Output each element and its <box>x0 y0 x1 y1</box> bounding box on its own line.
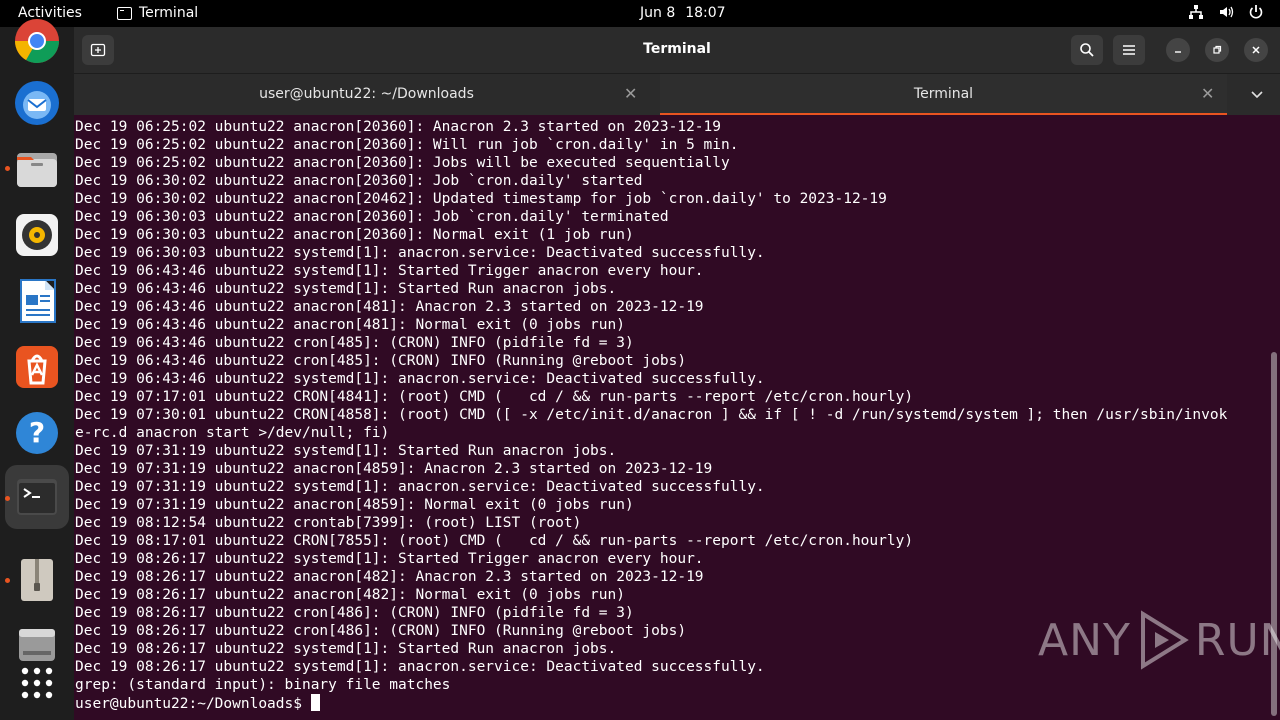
terminal-line: Dec 19 07:31:19 ubuntu22 systemd[1]: ana… <box>75 479 765 495</box>
terminal-line: Dec 19 07:17:01 ubuntu22 CRON[4841]: (ro… <box>75 389 914 405</box>
running-indicator <box>5 496 10 501</box>
terminal-line: Dec 19 06:30:03 ubuntu22 anacron[20360]:… <box>75 227 634 243</box>
rhythmbox-icon[interactable] <box>13 211 61 259</box>
watermark-text-left: ANY <box>1038 614 1131 666</box>
maximize-button[interactable] <box>1205 38 1229 62</box>
clock-time: 18:07 <box>685 5 726 21</box>
help-icon[interactable]: ? <box>13 409 61 457</box>
terminal-line: Dec 19 08:17:01 ubuntu22 CRON[7855]: (ro… <box>75 533 914 549</box>
terminal-line: Dec 19 07:31:19 ubuntu22 anacron[4859]: … <box>75 497 634 513</box>
terminal-line: Dec 19 07:31:19 ubuntu22 anacron[4859]: … <box>75 461 713 477</box>
thunderbird-icon[interactable] <box>13 79 61 127</box>
text-cursor <box>310 694 320 711</box>
prompt-text: user@ubuntu22:~/Downloads$ <box>75 696 311 712</box>
terminal-line: Dec 19 06:43:46 ubuntu22 anacron[481]: A… <box>75 299 704 315</box>
running-indicator <box>5 578 10 583</box>
terminal-line: Dec 19 07:31:19 ubuntu22 systemd[1]: Sta… <box>75 443 617 459</box>
files-icon[interactable] <box>13 145 61 193</box>
terminal-line: Dec 19 06:43:46 ubuntu22 cron[485]: (CRO… <box>75 353 687 369</box>
search-button[interactable] <box>1071 35 1103 65</box>
watermark-text-right: RUN <box>1194 614 1280 666</box>
tab-close-icon[interactable]: ✕ <box>1201 84 1214 103</box>
minimize-icon <box>1175 51 1181 53</box>
restore-icon <box>1213 45 1222 54</box>
tab-overflow-button[interactable] <box>1250 86 1264 105</box>
tab-bar: user@ubuntu22: ~/Downloads ✕ Terminal ✕ <box>74 73 1280 116</box>
power-icon <box>1248 4 1264 20</box>
terminal-line: Dec 19 06:25:02 ubuntu22 anacron[20360]:… <box>75 137 739 153</box>
minimize-button[interactable] <box>1166 38 1190 62</box>
terminal-line: Dec 19 08:26:17 ubuntu22 anacron[482]: A… <box>75 569 704 585</box>
terminal-line: Dec 19 06:43:46 ubuntu22 systemd[1]: Sta… <box>75 263 704 279</box>
tab-terminal[interactable]: Terminal ✕ <box>660 74 1227 116</box>
close-button[interactable] <box>1244 38 1268 62</box>
app-center-icon[interactable] <box>13 343 61 391</box>
tab-label: Terminal <box>913 86 974 102</box>
terminal-line: Dec 19 08:12:54 ubuntu22 crontab[7399]: … <box>75 515 582 531</box>
terminal-line: Dec 19 06:30:02 ubuntu22 anacron[20462]:… <box>75 191 887 207</box>
terminal-prompt[interactable]: user@ubuntu22:~/Downloads$ <box>75 694 1227 713</box>
terminal-line: Dec 19 06:43:46 ubuntu22 anacron[481]: N… <box>75 317 625 333</box>
terminal-line: Dec 19 08:26:17 ubuntu22 anacron[482]: N… <box>75 587 625 603</box>
terminal-line: Dec 19 06:43:46 ubuntu22 systemd[1]: Sta… <box>75 281 617 297</box>
archive-icon[interactable] <box>13 555 61 603</box>
app-menu-label: Terminal <box>139 5 199 21</box>
terminal-line: Dec 19 06:25:02 ubuntu22 anacron[20360]:… <box>75 155 730 171</box>
svg-text:?: ? <box>29 416 45 449</box>
play-logo-icon <box>1140 610 1189 670</box>
chevron-down-icon <box>1251 91 1263 99</box>
tab-close-icon[interactable]: ✕ <box>624 84 637 103</box>
clock-date: Jun 8 <box>640 5 676 21</box>
hamburger-icon <box>1123 45 1135 55</box>
network-icon <box>1188 4 1204 20</box>
dock: ? <box>0 19 74 720</box>
terminal-line: Dec 19 08:26:17 ubuntu22 systemd[1]: Sta… <box>75 551 704 567</box>
terminal-icon[interactable] <box>13 473 61 521</box>
menu-button[interactable] <box>1113 35 1145 65</box>
terminal-line: Dec 19 06:30:03 ubuntu22 systemd[1]: ana… <box>75 245 765 261</box>
terminal-line: Dec 19 06:25:02 ubuntu22 anacron[20360]:… <box>75 119 722 135</box>
system-tray[interactable] <box>1188 4 1264 20</box>
volume-icon <box>1218 4 1234 20</box>
terminal-line: Dec 19 06:43:46 ubuntu22 systemd[1]: ana… <box>75 371 765 387</box>
terminal-line: e-rc.d anacron start >/dev/null; fi) <box>75 425 390 441</box>
terminal-line: Dec 19 06:43:46 ubuntu22 cron[485]: (CRO… <box>75 335 634 351</box>
writer-icon[interactable] <box>13 277 61 325</box>
terminal-line: Dec 19 06:30:03 ubuntu22 anacron[20360]:… <box>75 209 669 225</box>
terminal-line: Dec 19 07:30:01 ubuntu22 CRON[4858]: (ro… <box>75 407 1228 423</box>
anyrun-watermark: ANY RUN <box>1038 608 1280 672</box>
chrome-icon[interactable] <box>13 17 61 65</box>
clock[interactable]: Jun 8 18:07 <box>640 5 726 21</box>
show-apps-icon[interactable] <box>13 659 61 707</box>
top-bar: Activities Terminal Jun 8 18:07 <box>0 0 1280 27</box>
running-indicator <box>5 166 10 171</box>
close-icon <box>1252 46 1260 54</box>
terminal-line: Dec 19 06:30:02 ubuntu22 anacron[20360]:… <box>75 173 643 189</box>
terminal-small-icon <box>117 6 132 20</box>
tab-downloads[interactable]: user@ubuntu22: ~/Downloads ✕ <box>74 74 659 116</box>
app-menu[interactable]: Terminal <box>117 5 198 21</box>
tab-label: user@ubuntu22: ~/Downloads <box>259 86 474 102</box>
header-bar: Terminal <box>74 27 1280 73</box>
search-icon <box>1080 43 1094 57</box>
terminal-line: grep: (standard input): binary file matc… <box>75 677 451 693</box>
